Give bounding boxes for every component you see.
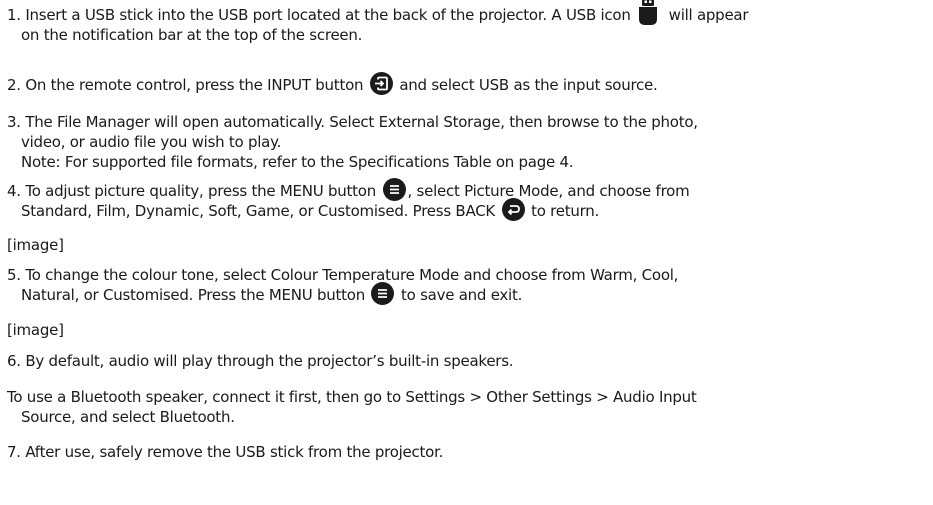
step-1-text-cont: will appear [668, 6, 749, 24]
input-icon [369, 72, 393, 95]
step-5: 5. To change the colour tone, select Col… [7, 265, 678, 305]
back-icon [501, 198, 525, 221]
menu-icon [371, 282, 395, 305]
step-2: 2. On the remote control, press the INPU… [7, 72, 658, 95]
instructions-document: 1. Insert a USB stick into the USB port … [0, 0, 933, 505]
usb-icon [637, 0, 659, 25]
step-5-line-2: Natural, or Customised. Press the MENU b… [7, 282, 678, 305]
step-3-line-2: video, or audio file you wish to play. [21, 133, 282, 151]
step-4-text: 4. To adjust picture quality, press the … [7, 182, 376, 200]
image-placeholder-1: [image] [7, 236, 64, 254]
step-1-text: 1. Insert a USB stick into the USB port … [7, 6, 631, 24]
step-2-text-cont: and select USB as the input source. [399, 76, 658, 94]
bluetooth-instructions: To use a Bluetooth speaker, connect it f… [7, 387, 697, 427]
bluetooth-text: To use a Bluetooth speaker, connect it f… [7, 388, 697, 406]
step-4-line-2-end: to return. [531, 202, 600, 220]
step-6: 6. By default, audio will play through t… [7, 352, 514, 370]
bluetooth-line-2: Source, and select Bluetooth. [21, 408, 235, 426]
step-4-text-cont: , select Picture Mode, and choose from [407, 182, 690, 200]
step-5-text: 5. To change the colour tone, select Col… [7, 266, 679, 284]
image-placeholder-2: [image] [7, 321, 64, 339]
step-4-line-2: Standard, Film, Dynamic, Soft, Game, or … [7, 198, 689, 221]
step-7: 7. After use, safely remove the USB stic… [7, 443, 444, 461]
step-1: 1. Insert a USB stick into the USB port … [7, 0, 749, 45]
step-1-line-2: on the notification bar at the top of th… [21, 26, 363, 44]
step-3-note: Note: For supported file formats, refer … [21, 153, 574, 171]
step-2-text: 2. On the remote control, press the INPU… [7, 76, 364, 94]
step-5-line-2-end: to save and exit. [401, 286, 523, 304]
step-3-text: 3. The File Manager will open automatica… [7, 113, 698, 131]
step-4: 4. To adjust picture quality, press the … [7, 178, 690, 221]
step-4-line-2-text: Standard, Film, Dynamic, Soft, Game, or … [21, 202, 495, 220]
menu-icon [382, 178, 406, 201]
step-5-line-2-text: Natural, or Customised. Press the MENU b… [21, 286, 365, 304]
step-3: 3. The File Manager will open automatica… [7, 112, 698, 172]
